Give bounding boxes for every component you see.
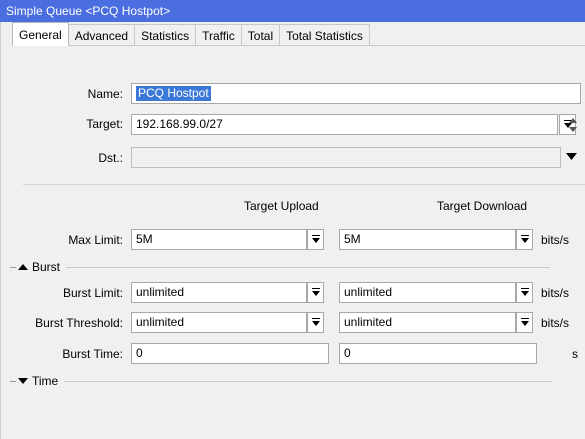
divider (23, 184, 585, 185)
max-limit-upload-field[interactable]: 5M (131, 229, 307, 250)
tab-total[interactable]: Total (240, 24, 281, 46)
tab-total-statistics[interactable]: Total Statistics (279, 24, 370, 46)
dst-dropdown-icon[interactable] (566, 153, 577, 161)
sort-arrows-icon[interactable] (568, 117, 578, 133)
name-field[interactable]: PCQ Hostpot (131, 83, 581, 104)
tab-statistics[interactable]: Statistics (134, 24, 197, 46)
chevron-down-icon (312, 235, 320, 243)
max-limit-upload-dropdown[interactable] (307, 229, 324, 250)
burst-section-toggle[interactable]: Burst (10, 260, 585, 274)
expand-down-icon (18, 377, 28, 384)
burst-limit-upload-dropdown[interactable] (307, 282, 324, 303)
collapse-up-icon (18, 263, 28, 270)
max-limit-unit: bits/s (541, 233, 570, 247)
chevron-down-icon (521, 288, 529, 296)
name-value: PCQ Hostpot (136, 86, 211, 101)
burst-section-label: Burst (32, 260, 61, 274)
target-download-header: Target Download (437, 199, 528, 213)
tab-advanced[interactable]: Advanced (67, 24, 136, 46)
tab-general[interactable]: General (12, 22, 69, 46)
burst-time-unit: s (572, 347, 578, 361)
burst-threshold-upload-field[interactable]: unlimited (131, 312, 307, 333)
time-section-label: Time (32, 374, 59, 388)
max-limit-download-field[interactable]: 5M (339, 229, 516, 250)
target-label: Target: (86, 117, 123, 131)
target-field[interactable]: 192.168.99.0/27 (131, 114, 558, 135)
burst-threshold-download-dropdown[interactable] (516, 312, 533, 333)
burst-threshold-upload-dropdown[interactable] (307, 312, 324, 333)
burst-time-label: Burst Time: (62, 347, 123, 361)
chevron-down-icon (521, 318, 529, 326)
target-upload-header: Target Upload (244, 199, 319, 213)
chevron-down-icon (521, 235, 529, 243)
tab-strip: General Advanced Statistics Traffic Tota… (12, 22, 370, 46)
burst-limit-unit: bits/s (541, 286, 570, 300)
burst-time-download-field[interactable]: 0 (339, 343, 537, 364)
burst-limit-label: Burst Limit: (62, 286, 123, 300)
burst-threshold-unit: bits/s (541, 316, 570, 330)
burst-time-upload-field[interactable]: 0 (131, 343, 329, 364)
name-label: Name: (87, 87, 123, 101)
window-title-bar[interactable]: Simple Queue <PCQ Hostpot> (0, 0, 585, 22)
dst-label: Dst.: (98, 151, 123, 165)
burst-limit-download-field[interactable]: unlimited (339, 282, 516, 303)
burst-threshold-download-field[interactable]: unlimited (339, 312, 516, 333)
burst-threshold-label: Burst Threshold: (35, 316, 123, 330)
target-value: 192.168.99.0/27 (136, 117, 223, 131)
tab-panel-border (12, 45, 585, 46)
tab-traffic[interactable]: Traffic (195, 24, 242, 46)
max-limit-label: Max Limit: (68, 233, 123, 247)
time-section-toggle[interactable]: Time (10, 374, 585, 388)
burst-limit-upload-field[interactable]: unlimited (131, 282, 307, 303)
chevron-down-icon (312, 318, 320, 326)
max-limit-download-dropdown[interactable] (516, 229, 533, 250)
window-title: Simple Queue <PCQ Hostpot> (6, 4, 171, 18)
chevron-down-icon (312, 288, 320, 296)
dst-field[interactable] (131, 147, 561, 168)
burst-limit-download-dropdown[interactable] (516, 282, 533, 303)
